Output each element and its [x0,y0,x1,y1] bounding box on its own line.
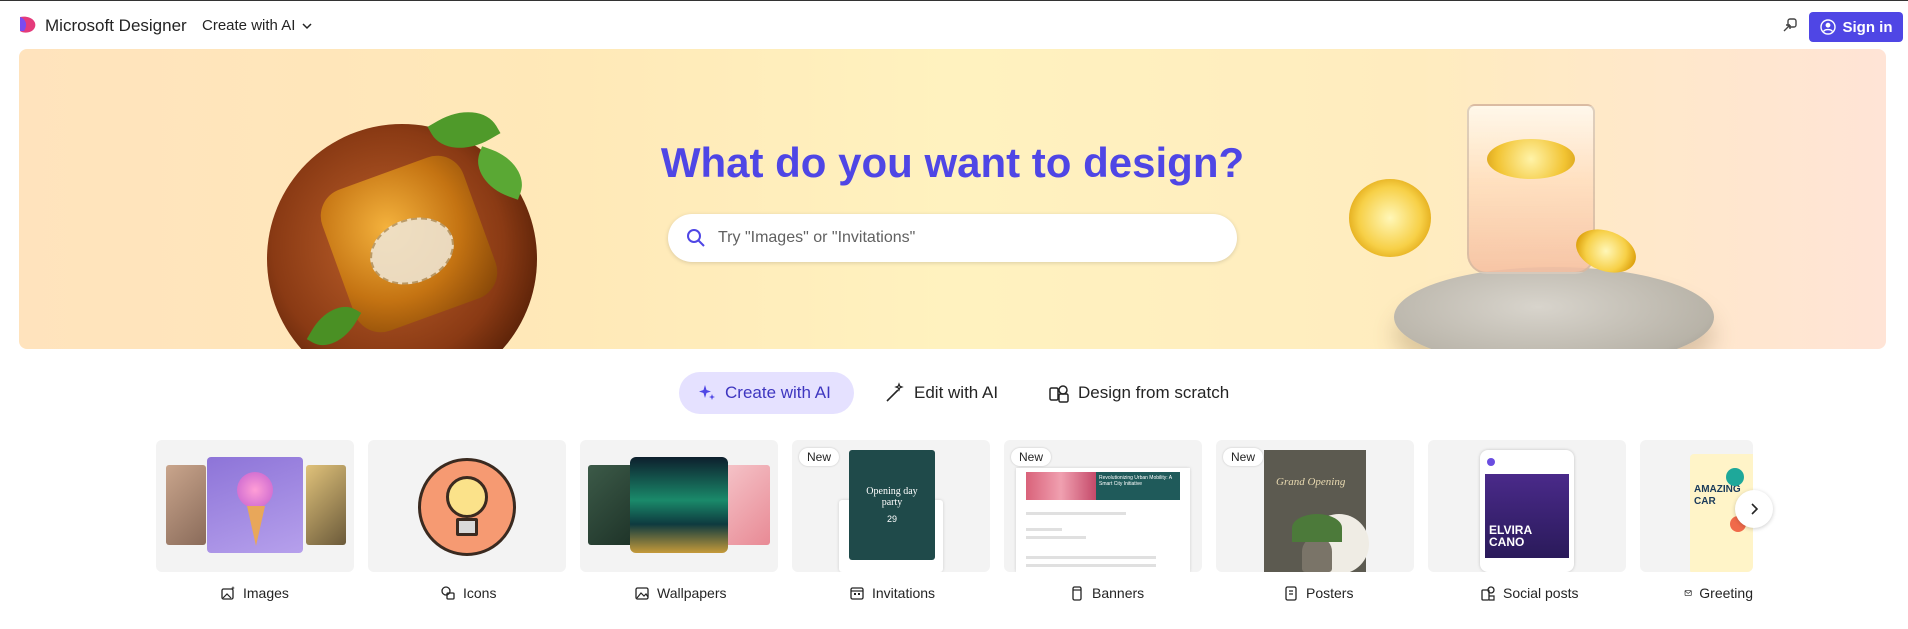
thumb-image [306,465,346,545]
magic-wand-icon [886,382,904,402]
social-post-icon [1481,586,1495,601]
text-line-image [1026,556,1156,559]
category-card-banners[interactable]: Revolutionizing Urban Mobility: A Smart … [1004,440,1202,572]
calendar-icon [850,587,864,600]
search-input[interactable] [718,229,1218,247]
invitation-date: 29 [886,514,897,524]
tab-edit-with-ai[interactable]: Edit with AI [884,372,998,414]
sign-in-label: Sign in [1842,18,1893,36]
category-label-icons[interactable]: Icons [440,583,496,603]
lightbulb-base-image [456,518,478,536]
user-icon [1819,19,1836,35]
category-label-greeting[interactable]: Greeting [1684,583,1753,603]
banner-icon [1072,586,1082,601]
new-badge: New [1223,448,1264,466]
category-card-wallpapers[interactable] [580,440,778,572]
stone-coaster-image [1394,267,1714,349]
category-label-text: Images [243,585,289,601]
category-label-images[interactable]: Images [220,583,289,603]
category-card-social-posts[interactable]: ELVIRA CANO [1428,440,1626,572]
category-label-wallpapers[interactable]: Wallpapers [634,583,727,603]
category-card-images[interactable] [156,440,354,572]
wallpaper-icon [635,587,649,600]
create-with-ai-menu-label: Create with AI [202,17,296,34]
category-label-text: Invitations [872,585,936,601]
poster-plant-image [1292,514,1342,542]
cone-image [247,506,265,546]
share-icon[interactable] [1778,15,1800,37]
carousel-next-button[interactable] [1735,490,1773,528]
new-badge: New [799,448,840,466]
category-card-invitations[interactable]: Opening day party 29 New [792,440,990,572]
category-label-text: Social posts [1503,585,1579,601]
design-shapes-icon [1049,385,1069,403]
decorative-dot [1726,468,1744,486]
poster-image: Grand Opening [1264,450,1369,572]
create-with-ai-menu[interactable]: Create with AI [202,17,313,34]
tab-create-with-ai-label: Create with AI [725,383,831,402]
hero-title: What do you want to design? [660,139,1245,186]
category-label-posters[interactable]: Posters [1283,583,1353,603]
category-label-text: Banners [1092,585,1145,601]
category-label-social-posts[interactable]: Social posts [1480,583,1578,603]
search-icon [687,229,705,247]
avatar [1487,458,1495,466]
sparkle-icon [699,385,715,400]
mail-icon [1684,590,1692,596]
chevron-right-icon [1751,503,1759,515]
mode-tabs: Create with AI Edit with AI Design from … [0,372,1908,414]
ice-cream-image [237,472,273,508]
phone-image: ELVIRA CANO [1480,450,1574,572]
greeting-card-text: AMAZING CAR [1694,484,1741,507]
banner-page-image: Revolutionizing Urban Mobility: A Smart … [1016,468,1190,572]
category-label-text: Wallpapers [657,585,727,601]
aurora-image [630,457,728,553]
text-line-image [1026,512,1126,515]
category-card-icons[interactable] [368,440,566,572]
invitation-title: Opening day party [866,486,918,508]
text-line-image [1026,564,1156,567]
brand-name[interactable]: Microsoft Designer [45,16,187,36]
designer-logo-icon[interactable] [18,15,38,35]
invitation-card-image: Opening day party 29 [849,450,935,560]
image-sparkle-icon [221,586,235,600]
banner-header-strip: Revolutionizing Urban Mobility: A Smart … [1096,472,1180,500]
tab-create-with-ai[interactable]: Create with AI [679,372,854,414]
tab-edit-with-ai-label: Edit with AI [914,383,999,402]
shapes-icon [441,586,455,600]
text-line-image [1026,528,1062,531]
social-post-image: ELVIRA CANO [1485,474,1569,558]
search-box[interactable] [668,214,1237,262]
lightbulb-icon [446,476,488,518]
tab-design-from-scratch[interactable]: Design from scratch [1048,372,1229,414]
hero-banner: What do you want to design? [19,49,1886,349]
category-label-text: Greeting [1699,585,1753,601]
new-badge: New [1011,448,1052,466]
tab-design-from-scratch-label: Design from scratch [1078,383,1230,402]
sign-in-button[interactable]: Sign in [1809,12,1903,42]
thumb-image [166,465,206,545]
category-label-invitations[interactable]: Invitations [849,583,935,603]
social-post-name: ELVIRA CANO [1489,523,1532,549]
top-bar: Microsoft Designer Create with AI Sign i… [0,0,1908,50]
poster-title: Grand Opening [1276,476,1346,488]
category-label-banners[interactable]: Banners [1069,583,1144,603]
category-label-text: Icons [463,585,497,601]
poster-vase-image [1302,538,1332,572]
category-card-posters[interactable]: Grand Opening New [1216,440,1414,572]
category-label-text: Posters [1306,585,1354,601]
chevron-down-icon [302,22,312,29]
poster-icon [1285,586,1297,601]
banner-photo-image [1026,472,1096,500]
lemon-half-image [1349,179,1431,257]
thumb-image [725,465,770,545]
text-line-image [1026,536,1086,539]
thumb-image [588,465,633,545]
